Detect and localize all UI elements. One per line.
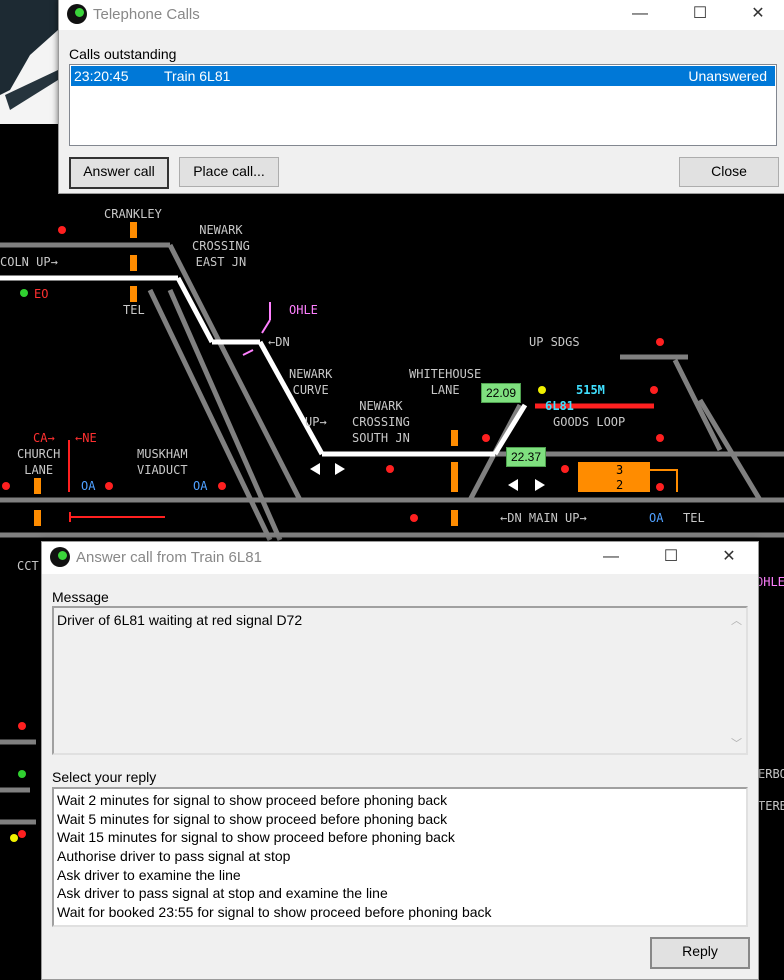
label-up-sdgs: UP SDGS [529,335,580,349]
phone-window-title: Telephone Calls [93,6,200,23]
label-church-lane: CHURCH LANE [17,447,61,477]
label-crankley: CRANKLEY [104,207,162,221]
message-text: Driver of 6L81 waiting at red signal D72 [57,612,303,628]
label-newark-east-jn: NEWARK CROSSING EAST JN [192,223,250,269]
label-dn-main-up: ←DN MAIN UP→ [500,511,587,525]
call-train: Train 6L81 [164,68,231,84]
label-whitehouse-lane: WHITEHOUSE LANE [409,367,482,397]
message-box[interactable]: Driver of 6L81 waiting at red signal D72… [52,606,748,755]
message-label: Message [52,589,109,605]
label-terb: TERB [758,799,784,813]
call-status: Unanswered [688,68,767,84]
label-eo: EO [34,287,49,301]
train-6l81[interactable]: 6L81 [545,398,574,414]
reply-list[interactable]: Wait 2 minutes for signal to show procee… [52,787,748,927]
call-row[interactable]: 23:20:45 Train 6L81 Unanswered [71,66,775,86]
scroll-down-icon[interactable]: ﹀ [731,735,742,751]
reply-option[interactable]: Wait for booked 23:55 for signal to show… [54,903,746,922]
app-icon [50,547,70,567]
answer-call-button[interactable]: Answer call [69,157,169,189]
label-ohle-2: OHLE [756,575,784,589]
label-dn: ←DN [268,335,290,349]
reply-option[interactable]: Ask driver to pass signal at stop and ex… [54,884,746,903]
berth-2237[interactable]: 22.37 [506,447,547,467]
label-oa-2: OA [193,479,208,493]
calls-outstanding-label: Calls outstanding [69,46,177,62]
reply-option[interactable]: Authorise driver to pass signal at stop [54,847,746,866]
telephone-calls-window: Telephone Calls — ☐ ✕ Calls outstanding … [58,0,784,194]
label-ca: CA→ [33,431,55,445]
train-515m[interactable]: 515M [576,382,605,398]
loop-count-bottom: 2 [616,478,624,492]
app-icon [67,4,87,24]
label-muskham-viaduct: MUSKHAM VIADUCT [137,447,188,477]
label-ne: ←NE [75,431,97,445]
phone-titlebar: Telephone Calls — ☐ ✕ [59,0,784,30]
reply-option[interactable]: Wait 5 minutes for signal to show procee… [54,810,746,829]
label-up: UP→ [305,415,327,429]
label-tel: TEL [123,303,145,317]
platforms [34,222,650,526]
label-ohle: OHLE [289,303,318,317]
calls-list[interactable]: 23:20:45 Train 6L81 Unanswered [69,64,777,146]
label-goods-loop: GOODS LOOP [553,415,626,429]
answer-titlebar: Answer call from Train 6L81 — ☐ ✕ [42,542,758,574]
reply-button[interactable]: Reply [650,937,750,969]
label-oa-1: OA [81,479,96,493]
minimize-button[interactable]: — [588,543,634,573]
loop-count-top: 3 [616,463,624,477]
label-oa-3: OA [649,511,664,525]
answer-call-window: Answer call from Train 6L81 — ☐ ✕ Messag… [41,541,759,980]
berth-2209[interactable]: 22.09 [481,383,522,403]
reply-option[interactable]: Ask driver to examine the line [54,866,746,885]
label-newark-south-jn: NEWARK CROSSING SOUTH JN [352,399,410,445]
label-lincoln-up: COLN UP→ [0,255,58,269]
call-time: 23:20:45 [74,68,129,84]
place-call-button[interactable]: Place call... [179,157,279,187]
close-button[interactable]: Close [679,157,779,187]
maximize-button[interactable]: ☐ [677,0,723,30]
label-erbo: ERBO [758,767,784,781]
close-window-button[interactable]: ✕ [735,0,781,30]
minimize-button[interactable]: — [617,0,663,30]
label-tel-2: TEL [683,511,705,525]
label-newark-curve: NEWARK CURVE [289,367,333,397]
maximize-button[interactable]: ☐ [648,543,694,573]
reply-option[interactable]: Wait 2 minutes for signal to show procee… [54,791,746,810]
close-window-button[interactable]: ✕ [706,543,752,573]
reply-label: Select your reply [52,769,157,785]
scroll-up-icon[interactable]: ︿ [731,612,742,628]
answer-window-title: Answer call from Train 6L81 [76,549,262,566]
label-cct: CCT [17,559,39,573]
reply-option[interactable]: Wait 15 minutes for signal to show proce… [54,828,746,847]
